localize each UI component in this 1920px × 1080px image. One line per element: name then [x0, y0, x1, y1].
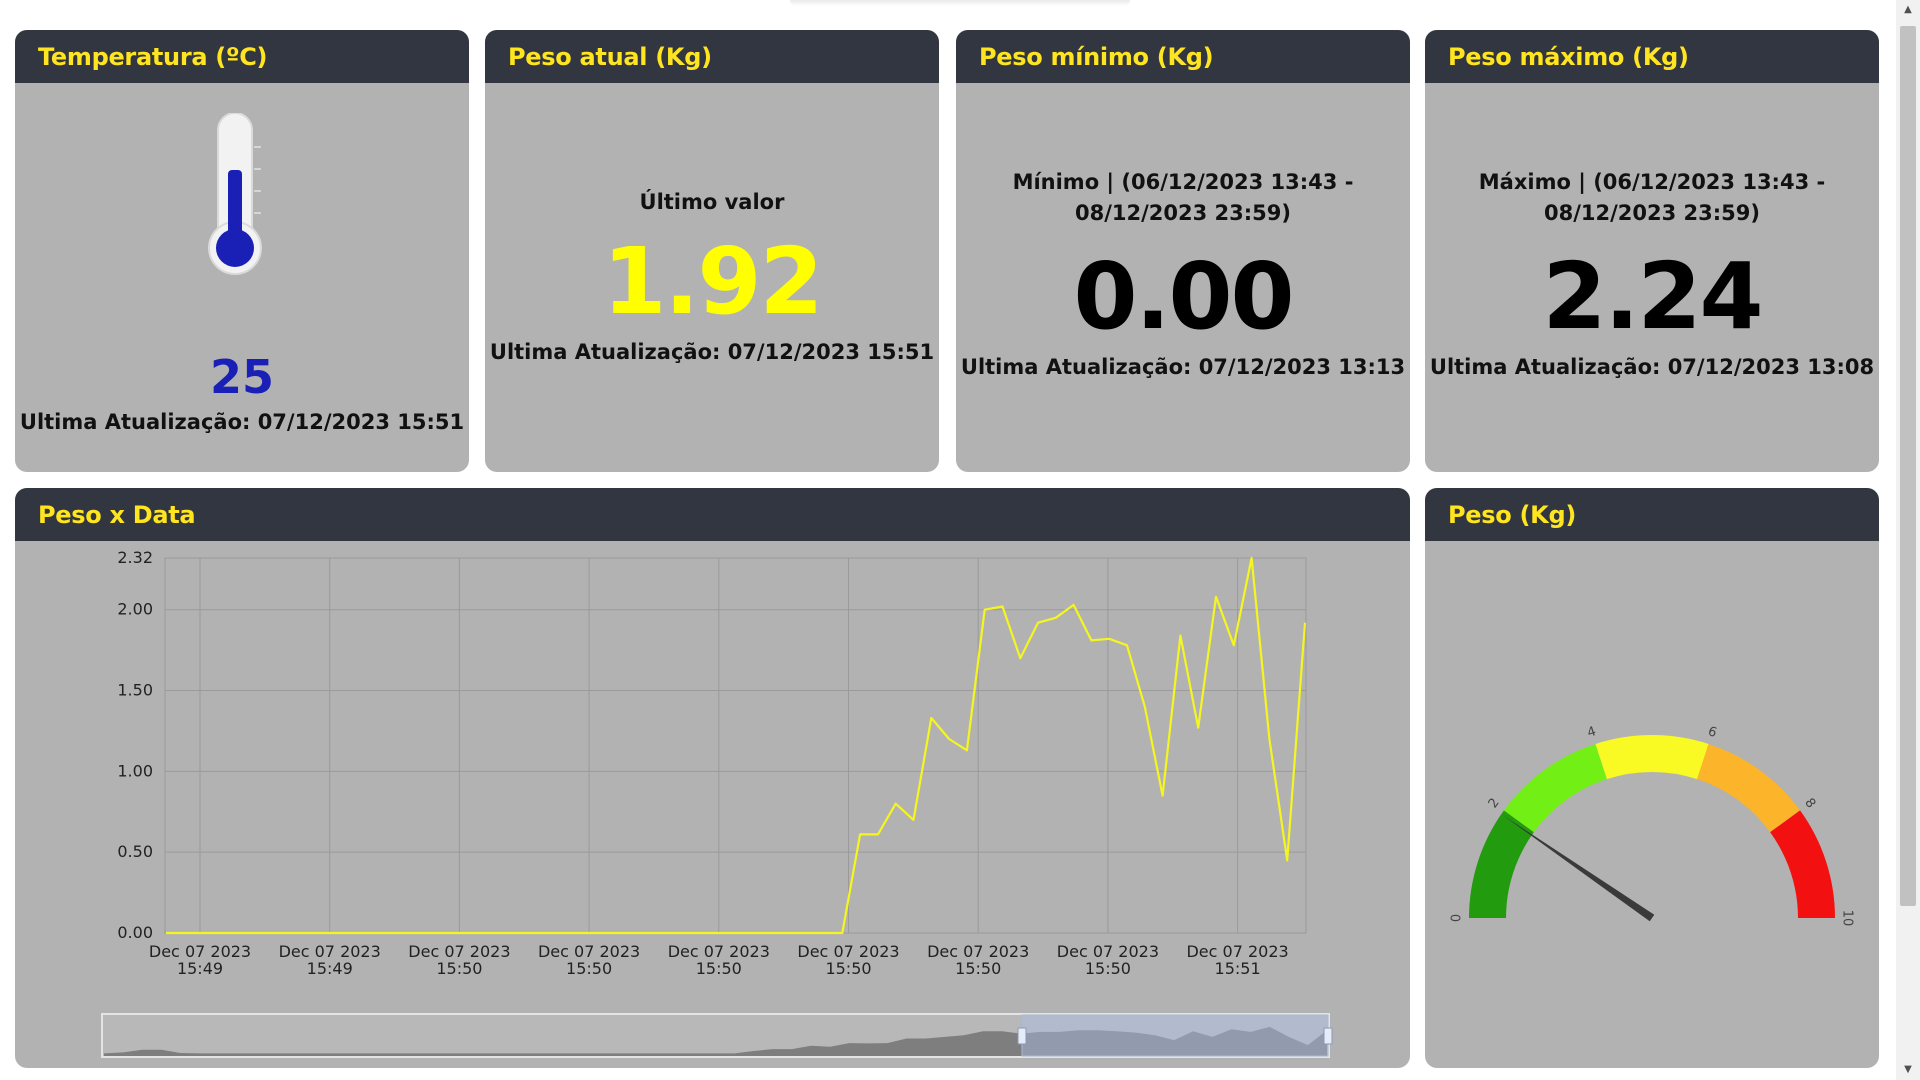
- weight-gauge-card: Peso (Kg) 0 2 4 6 8 10: [1425, 488, 1879, 1068]
- weight-chart-card: Peso x Data 0.00 0.50 1.00 1.50 2.00 2.32 Dec…: [15, 488, 1410, 1068]
- gauge-title: Peso (Kg): [1448, 500, 1577, 529]
- gauge-band: [1770, 810, 1835, 918]
- temperature-last-update: Ultima Atualização: 07/12/2023 15:51: [19, 410, 465, 434]
- x-tick-label: 15:50: [436, 959, 482, 978]
- min-weight-title: Peso mínimo (Kg): [979, 42, 1214, 71]
- gauge-tick-label: 2: [1486, 796, 1503, 812]
- card-header: Peso (Kg): [1425, 488, 1879, 541]
- chart-series: [166, 556, 1307, 935]
- y-tick-label: 2.32: [117, 548, 153, 567]
- current-weight-value: 1.92: [602, 228, 824, 335]
- y-tick-label: 2.00: [117, 600, 153, 619]
- last-value-label: Último valor: [639, 190, 785, 214]
- thermometer-icon: [208, 113, 262, 275]
- min-weight-card: Peso mínimo (Kg) Mínimo | (06/12/2023 13…: [956, 30, 1410, 472]
- x-tick-label: 15:50: [825, 959, 871, 978]
- card-body: Máximo | (06/12/2023 13:43 - 08/12/2023 …: [1425, 83, 1879, 472]
- card-header: Temperatura (ºC): [15, 30, 469, 83]
- current-weight-title: Peso atual (Kg): [508, 42, 712, 71]
- weight-series-line: [166, 556, 1307, 935]
- weight-line-chart[interactable]: 0.00 0.50 1.00 1.50 2.00 2.32 Dec 07 202315:4…: [15, 541, 1410, 1068]
- temperature-title: Temperatura (ºC): [38, 42, 268, 71]
- navigator-left-handle[interactable]: [1017, 1027, 1027, 1045]
- current-weight-last-update: Ultima Atualização: 07/12/2023 15:51: [489, 340, 935, 364]
- temperature-value: 25: [209, 350, 274, 404]
- min-weight-value: 0.00: [1073, 243, 1295, 350]
- y-tick-label: 0.00: [117, 923, 153, 942]
- gauge-band: [1503, 743, 1607, 833]
- max-weight-value: 2.24: [1542, 243, 1764, 350]
- current-weight-card: Peso atual (Kg) Último valor 1.92 Ultima…: [485, 30, 939, 472]
- gauge-tick-label: 4: [1585, 724, 1598, 741]
- gauge-tick-label: 6: [1706, 724, 1719, 741]
- chart-title: Peso x Data: [38, 500, 196, 529]
- card-header: Peso x Data: [15, 488, 1410, 541]
- card-header: Peso mínimo (Kg): [956, 30, 1410, 83]
- y-tick-label: 0.50: [117, 842, 153, 861]
- card-body: 0.00 0.50 1.00 1.50 2.00 2.32 Dec 07 2023 15:4…: [15, 541, 1410, 1068]
- gauge-tick-label: 8: [1801, 796, 1818, 812]
- scroll-down-arrow-icon[interactable]: ▼: [1896, 1060, 1920, 1080]
- weight-gauge: 0 2 4 6 8 10: [1450, 724, 1855, 927]
- max-weight-title: Peso máximo (Kg): [1448, 42, 1689, 71]
- plot-border: [164, 557, 1307, 934]
- x-tick-label: 15:50: [566, 959, 612, 978]
- max-range-label: Máximo | (06/12/2023 13:43 - 08/12/2023 …: [1478, 170, 1826, 225]
- gauge-tick-label: 0: [1450, 914, 1465, 922]
- gauge-needle: [1502, 815, 1655, 922]
- scroll-up-arrow-icon[interactable]: ▲: [1896, 0, 1920, 20]
- card-header: Peso máximo (Kg): [1425, 30, 1879, 83]
- gauge-band: [1595, 735, 1709, 780]
- y-tick-label: 1.50: [117, 681, 153, 700]
- card-body: 25 Ultima Atualização: 07/12/2023 15:51: [15, 83, 469, 472]
- card-body: 0 2 4 6 8 10: [1425, 541, 1879, 1068]
- navigator-selection: [1021, 1014, 1329, 1057]
- y-tick-label: 1.00: [117, 761, 153, 780]
- x-tick-label: 15:51: [1215, 959, 1261, 978]
- x-tick-label: 15:50: [1085, 959, 1131, 978]
- max-weight-last-update: Ultima Atualização: 07/12/2023 13:08: [1429, 355, 1875, 379]
- x-tick-label: 15:50: [955, 959, 1001, 978]
- card-body: Mínimo | (06/12/2023 13:43 - 08/12/2023 …: [956, 83, 1410, 472]
- x-tick-label: 15:49: [307, 959, 353, 978]
- scrollbar-thumb[interactable]: [1900, 26, 1916, 906]
- navigator-right-handle[interactable]: [1323, 1027, 1333, 1045]
- chart-grid: [164, 557, 1307, 934]
- card-header: Peso atual (Kg): [485, 30, 939, 83]
- x-tick-label: 15:49: [177, 959, 223, 978]
- gauge-band: [1697, 743, 1801, 833]
- min-weight-last-update: Ultima Atualização: 07/12/2023 13:13: [960, 355, 1406, 379]
- x-axis: Dec 07 202315:49Dec 07 202315:49Dec 07 2…: [149, 942, 1289, 978]
- gauge-tick-label: 10: [1840, 910, 1855, 927]
- x-tick-label: 15:50: [696, 959, 742, 978]
- top-shadow: [790, 0, 1130, 6]
- temperature-card: Temperatura (ºC) 25 Ultima Atualização: …: [15, 30, 469, 472]
- gauge-band: [1469, 810, 1534, 918]
- min-range-label: Mínimo | (06/12/2023 13:43 - 08/12/2023 …: [1012, 170, 1354, 225]
- card-body: Último valor 1.92 Ultima Atualização: 07…: [485, 83, 939, 472]
- max-weight-card: Peso máximo (Kg) Máximo | (06/12/2023 13…: [1425, 30, 1879, 472]
- range-navigator[interactable]: [101, 1013, 1333, 1058]
- y-axis: 0.00 0.50 1.00 1.50 2.00 2.32: [117, 548, 153, 942]
